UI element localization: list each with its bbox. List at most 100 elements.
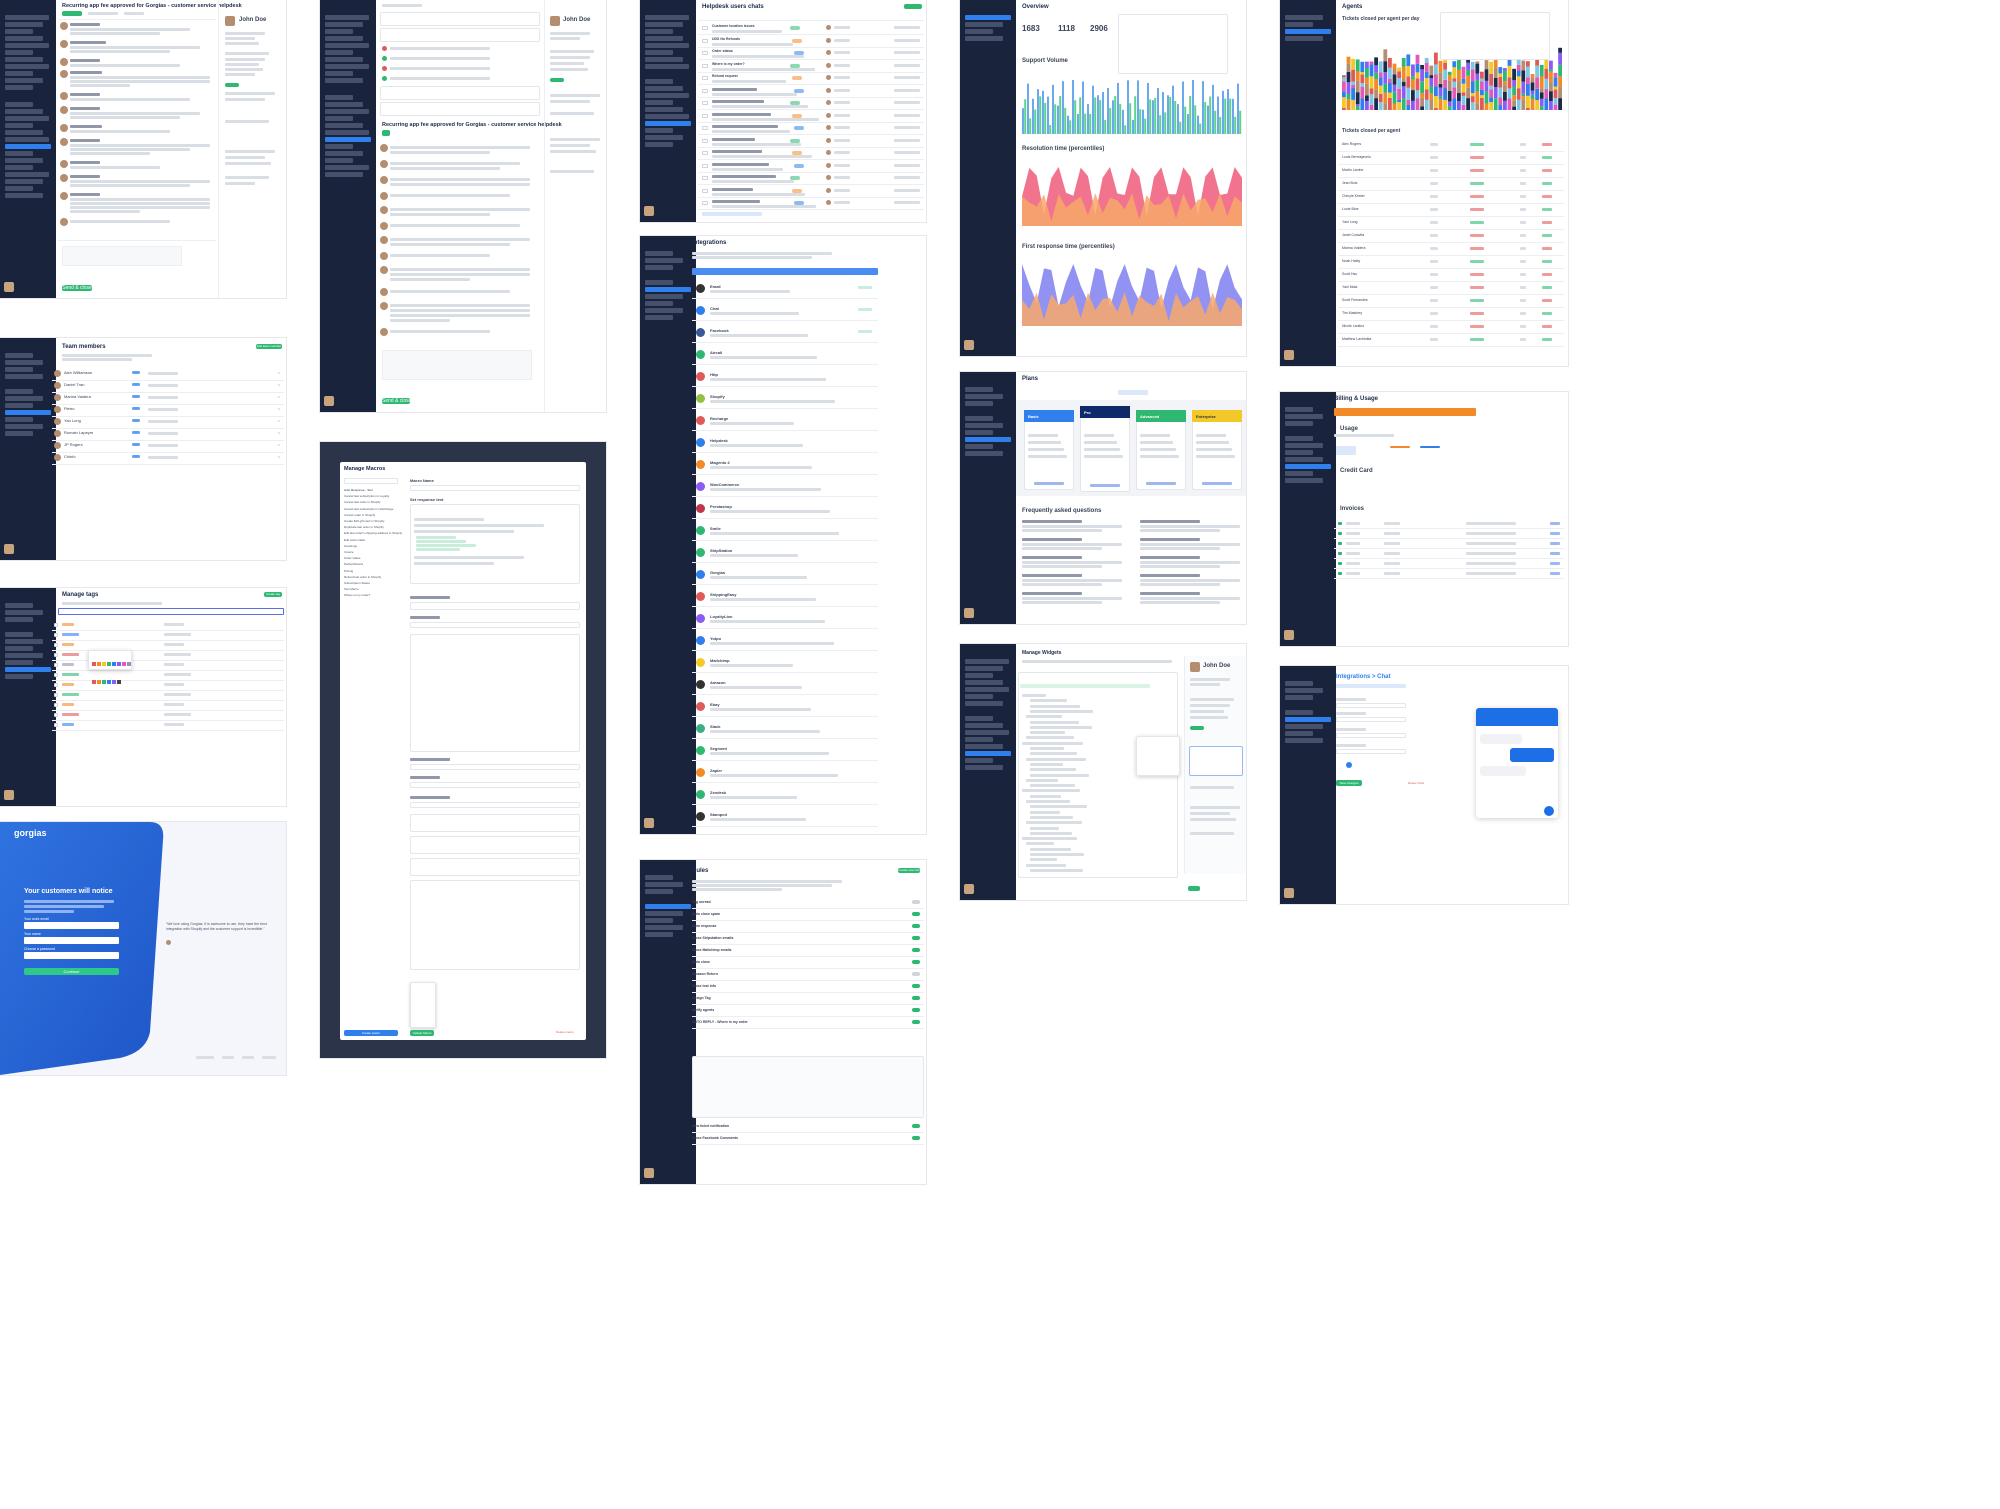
macro-list-item[interactable]: Cancel last order in Shopify — [344, 500, 381, 504]
widget-field[interactable] — [1022, 694, 1046, 697]
reply-editor[interactable] — [382, 350, 532, 380]
action-shopify-2[interactable] — [410, 836, 580, 854]
integration-name[interactable]: Mailchimp — [710, 658, 730, 663]
tag-name[interactable] — [62, 633, 79, 636]
widget-edit-popover[interactable] — [1136, 736, 1180, 776]
row-menu[interactable] — [278, 420, 280, 422]
integration-name[interactable]: Http — [710, 372, 718, 377]
widget-field[interactable] — [1030, 805, 1087, 809]
status-button[interactable] — [382, 130, 390, 136]
widget-field[interactable] — [1030, 794, 1061, 798]
select-plan-link[interactable] — [1202, 482, 1232, 485]
integration-name[interactable]: Aircall — [710, 350, 722, 355]
macro-list-item[interactable]: Edit return label — [344, 538, 365, 542]
ticket-subject[interactable] — [712, 187, 753, 191]
macro-list-item[interactable]: Subscription Status — [344, 581, 370, 585]
widget-field[interactable] — [1030, 704, 1080, 708]
row-menu[interactable] — [278, 432, 280, 434]
tag-name[interactable] — [62, 693, 79, 696]
macro-list-item[interactable]: Order status — [344, 556, 361, 560]
chat-tabs[interactable] — [1336, 684, 1406, 688]
macro-list-item[interactable]: Cancel last subscription in ReCharge — [344, 507, 393, 511]
pagination[interactable] — [702, 212, 762, 216]
tag-name[interactable] — [62, 673, 79, 676]
sidebar-user[interactable] — [644, 205, 692, 217]
rule-toggle[interactable] — [912, 972, 920, 976]
color-swatch[interactable] — [112, 680, 116, 684]
color-swatch[interactable] — [92, 662, 96, 666]
tag-search-input[interactable] — [58, 608, 284, 615]
color-swatch[interactable] — [107, 680, 111, 684]
row-checkbox[interactable] — [702, 88, 708, 93]
widget-field[interactable] — [1026, 778, 1058, 782]
email-field[interactable] — [24, 922, 119, 929]
row-checkbox[interactable] — [702, 163, 708, 168]
integration-name[interactable]: Zendesk — [710, 790, 726, 795]
action-recharge[interactable] — [410, 858, 580, 876]
row-checkbox[interactable] — [54, 643, 58, 647]
ticket-subject[interactable] — [712, 175, 776, 178]
save-widgets-button[interactable] — [1188, 886, 1200, 891]
color-swatch[interactable] — [117, 680, 121, 684]
row-checkbox[interactable] — [702, 26, 708, 30]
select-plan-link[interactable] — [1090, 484, 1120, 487]
widget-field[interactable] — [1026, 757, 1086, 761]
widget-field[interactable] — [1026, 715, 1062, 719]
integration-name[interactable]: ShipStation — [710, 548, 732, 553]
color-picker[interactable] — [88, 650, 132, 684]
invoice-download-link[interactable] — [1550, 552, 1560, 555]
row-checkbox[interactable] — [702, 126, 708, 130]
widget-field[interactable] — [1030, 709, 1093, 713]
invoice-download-link[interactable] — [1550, 542, 1560, 545]
delete-chat-button[interactable]: Delete Chat — [1408, 781, 1424, 785]
macro-list-item[interactable]: Duplicate last order in Shopify — [344, 525, 384, 529]
integration-name[interactable]: Prestashop — [710, 504, 732, 509]
color-swatch[interactable] — [122, 662, 126, 666]
widget-field[interactable] — [1030, 853, 1084, 856]
sidebar-user[interactable] — [1284, 629, 1332, 641]
widget-field[interactable] — [1026, 842, 1054, 846]
widget-field[interactable] — [1030, 868, 1083, 872]
rule-name[interactable]: Close lost info — [692, 984, 716, 988]
create-tag-button[interactable]: Create tag — [264, 592, 282, 597]
integration-name[interactable]: LoyaltyLion — [710, 614, 732, 619]
row-checkbox[interactable] — [702, 201, 708, 205]
rule-name[interactable]: Auto close spam — [692, 912, 720, 916]
tag-name[interactable] — [62, 713, 79, 716]
rule-toggle[interactable] — [912, 996, 920, 1000]
color-swatch[interactable] — [97, 680, 101, 684]
tag-name[interactable] — [62, 683, 74, 686]
tag-name[interactable] — [62, 653, 79, 656]
rule-name[interactable]: Amazon Return — [692, 972, 718, 976]
ticket-subject[interactable] — [712, 200, 760, 203]
row-checkbox[interactable] — [54, 723, 58, 727]
integration-name[interactable]: Chat — [710, 306, 719, 311]
tag-name[interactable] — [62, 723, 74, 726]
macro-list-item[interactable]: Create $10 gift card in Shopify — [344, 519, 384, 523]
rule-name[interactable]: Notify agents — [692, 1008, 714, 1012]
row-checkbox[interactable] — [54, 623, 58, 627]
macro-search-input[interactable] — [344, 478, 398, 484]
widget-field[interactable] — [1030, 731, 1065, 735]
integration-name[interactable]: Slack — [710, 724, 720, 729]
macro-list-item[interactable]: Test Macro — [344, 587, 359, 591]
integration-name[interactable]: Magento 2 — [710, 460, 730, 465]
macro-list-item[interactable]: Cancel order in Shopify — [344, 513, 375, 517]
integration-name[interactable]: Email — [710, 284, 721, 289]
color-swatch[interactable] — [102, 662, 106, 666]
macro-list-item[interactable]: Where is my order? — [344, 593, 370, 597]
macro-list-item[interactable]: Refund last order in Shopify — [344, 575, 381, 579]
macro-list-item[interactable]: Invoice — [344, 550, 354, 554]
tag-name[interactable] — [62, 663, 74, 666]
invoice-download-link[interactable] — [1550, 522, 1560, 525]
date-picker[interactable] — [1440, 12, 1550, 60]
ticket-subject[interactable] — [712, 87, 757, 91]
widget-field[interactable] — [1030, 720, 1079, 724]
integration-name[interactable]: Yotpo — [710, 636, 721, 641]
date-picker[interactable] — [1118, 14, 1228, 74]
rule-name[interactable]: Close Facebook Comments — [692, 1136, 738, 1140]
ticket-subject[interactable]: Order status — [712, 49, 733, 53]
color-swatch[interactable] — [117, 662, 121, 666]
integration-name[interactable]: Shopify — [710, 394, 725, 399]
billing-toggle[interactable] — [1118, 390, 1148, 395]
